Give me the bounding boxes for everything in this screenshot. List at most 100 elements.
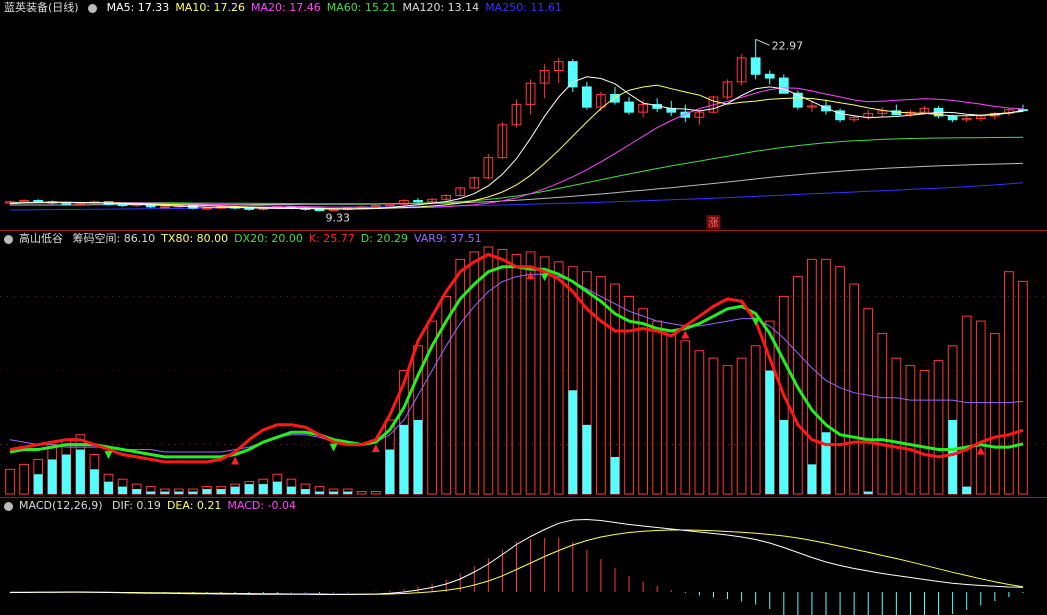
chip-space-bar [483,246,494,495]
chip-space-bar [1004,271,1014,495]
chip-space-bar [511,253,522,495]
chip-space-bar [596,276,606,495]
chip-space-bar [708,357,719,495]
cyan-bar [244,484,254,494]
buy-arrow-icon [526,271,535,280]
cyan-bar [90,469,99,494]
cyan-bar [76,449,85,494]
d-line [9,265,1024,459]
k-line [9,252,1024,464]
chip-space-bar [370,491,381,495]
chip-space-bar [694,350,705,495]
chip-space-bar [975,320,986,495]
candle-body [314,208,325,212]
cyan-bar [413,419,423,494]
macd-legend-item: MACD: -0.04 [227,499,297,512]
buy-arrow-icon [231,456,240,465]
chip-space-bar [736,357,747,495]
indicator-legend-item: D: 20.29 [360,232,408,245]
cyan-bar [779,419,789,494]
chip-space-bar [877,332,888,495]
chip-space-bar [849,283,860,495]
cyan-bar [160,491,170,494]
chip-space-bar [1018,280,1028,495]
price-chart[interactable]: 22.979.33涨财 [0,0,1047,230]
candle-body [202,207,212,210]
cyan-bar [104,481,113,494]
macd-legend: MACD(12,26,9) DIF: 0.19 DEA: 0.21 MACD: -0… [0,498,308,514]
chip-space-bar [750,345,761,495]
chip-space-bar [356,491,367,495]
indicator-legend-item: K: 25.77 [308,232,355,245]
cyan-bar [118,486,127,494]
indicator-panel: 高山低谷 筹码空间: 86.10 TX80: 80.00 DX20: 20.00 K:… [0,231,1047,497]
chip-space-bar [919,370,930,495]
macd-title[interactable]: MACD(12,26,9) [19,499,103,512]
indicator-legend-item: TX80: 80.00 [161,232,229,245]
ma60-line [10,136,1024,205]
chip-space-bar [891,357,902,495]
chip-space-bar [835,266,845,495]
chip-space-bar [905,365,916,495]
chip-space-bar [680,340,691,495]
chip-space-bar [553,261,564,495]
cyan-bar [343,491,353,494]
indicator-legend-item: VAR9: 37.51 [413,232,482,245]
high-marker-line [755,38,770,46]
chip-space-bar [807,258,817,495]
price-panel: 蓝英装备(日线) MA5: 17.33 MA10: 17.26 MA20: 17.4… [0,0,1047,230]
chip-space-bar [863,308,874,495]
indicator-chart[interactable] [0,231,1047,497]
macd-panel: MACD(12,26,9) DIF: 0.19 DEA: 0.21 MACD: -0… [0,498,1047,615]
candle-body [778,77,789,94]
candle-body [750,57,761,75]
chip-space-bar [497,248,508,495]
candle-body [947,115,958,121]
candle-body [159,206,170,209]
cyan-bar [272,481,282,494]
settings-circle-icon[interactable] [4,501,13,511]
event-marker-label: 涨 [708,216,719,229]
cyan-bar [568,390,578,494]
macd-chart[interactable] [0,498,1047,615]
candle-body [413,200,423,203]
cyan-bar [329,491,338,494]
settings-circle-icon[interactable] [4,234,13,244]
candle-body [581,86,592,108]
indicator-title[interactable]: 高山低谷 [19,232,63,245]
chip-space-bar [666,330,677,495]
candle-body [117,203,128,207]
indicator-legend-item: 筹码空间: 86.10 [72,232,156,245]
cyan-bar [202,489,212,494]
chip-space-bar [989,332,1000,495]
chip-space-bar [933,360,944,495]
buy-arrow-icon [976,446,985,455]
cyan-bar [385,449,395,494]
high-price-label: 22.97 [772,39,804,52]
chip-space-bar [525,251,536,495]
var9-line [9,273,1024,453]
cyan-bar [399,424,409,494]
cyan-bar [188,491,198,494]
cyan-bar [765,370,775,494]
cyan-bar [33,474,43,494]
chip-space-bar [624,295,634,495]
cyan-bar [948,419,957,494]
cyan-bar [582,424,592,494]
cyan-bar [61,454,71,494]
sell-arrow-icon [329,443,338,452]
cyan-bar [807,464,817,494]
chip-space-bar [638,308,648,495]
cyan-bar [146,491,156,494]
cyan-bar [287,486,296,494]
cyan-bar [47,459,57,494]
indicator-legend: 高山低谷 筹码空间: 86.10 TX80: 80.00 DX20: 20.00 K:… [0,231,494,247]
buy-arrow-icon [371,444,380,453]
cyan-bar [132,489,142,494]
cyan-bar [216,489,226,494]
chip-space-bar [652,320,663,495]
macd-legend-item: DEA: 0.21 [166,499,222,512]
buy-arrow-icon [681,330,690,339]
cyan-bar [230,486,240,494]
cyan-bar [863,491,873,494]
